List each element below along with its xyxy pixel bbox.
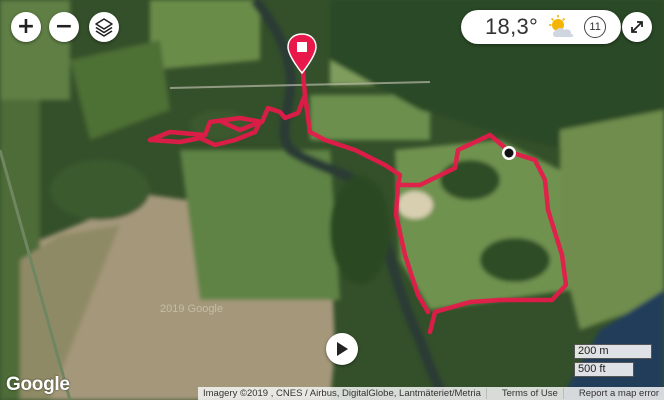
map-watermark: 2019 Google [160,303,223,315]
temperature-value: 18,3° [485,14,539,39]
wind-indicator: 11 [584,16,607,38]
layers-button[interactable] [89,12,119,42]
separator [485,388,497,399]
layers-icon [95,18,113,37]
dot-marker-icon[interactable] [500,144,518,162]
report-map-error-link[interactable]: Report a map error [574,388,664,399]
play-icon [337,342,348,356]
wind-speed-value: 11 [589,21,601,33]
map-scale: 200 m 500 ft [574,344,654,380]
terms-of-use-link[interactable]: Terms of Use [497,388,563,399]
scale-metric: 200 m [574,344,652,359]
map-attribution: Imagery ©2019 , CNES / Airbus, DigitalGl… [198,387,664,400]
separator [562,388,574,399]
weather-widget[interactable]: 18,3° 11 [461,10,621,44]
sun-cloud-icon [549,15,574,37]
google-logo: Google [6,374,70,395]
imagery-credit: Imagery ©2019 , CNES / Airbus, DigitalGl… [203,388,481,399]
zoom-in-button[interactable]: + [11,12,41,42]
zoom-out-button[interactable]: − [49,12,79,42]
stop-pin-icon[interactable] [285,32,319,74]
expand-icon [631,21,643,33]
play-button[interactable] [326,333,358,365]
scale-imperial: 500 ft [574,362,634,377]
fullscreen-button[interactable] [622,12,652,42]
